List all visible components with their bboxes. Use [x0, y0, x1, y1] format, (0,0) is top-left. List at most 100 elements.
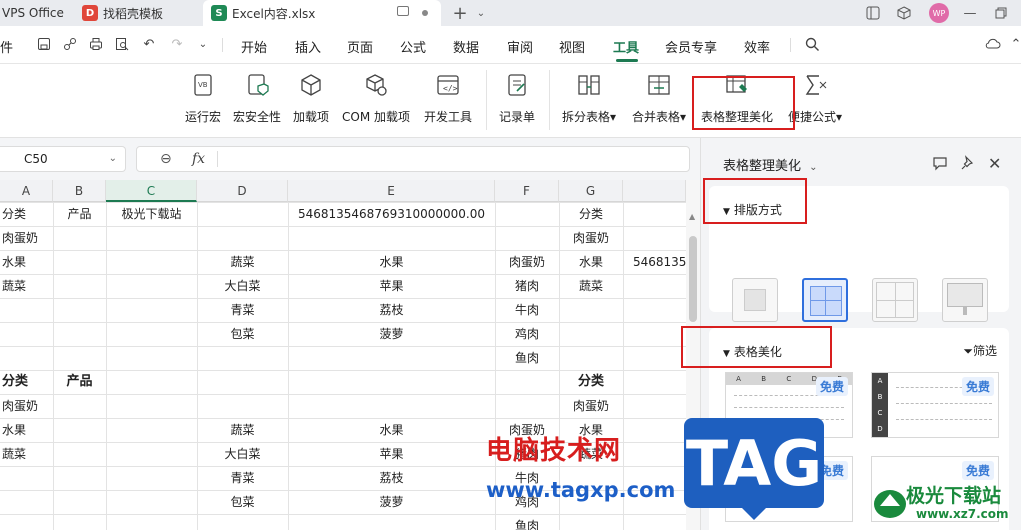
- menu-view[interactable]: 视图: [559, 37, 585, 56]
- cell-b-4[interactable]: [53, 274, 106, 298]
- cell-a-13[interactable]: [0, 490, 53, 514]
- column-header-e[interactable]: E: [288, 180, 495, 202]
- cell-a-8[interactable]: 分类: [0, 370, 53, 394]
- menu-file[interactable]: 件: [0, 37, 13, 56]
- cell-g-2[interactable]: 肉蛋奶: [559, 226, 623, 250]
- menu-tools[interactable]: 工具: [613, 37, 639, 56]
- split-table-button[interactable]: 拆分表格▾: [562, 72, 616, 125]
- cell-e-3[interactable]: 水果: [288, 250, 495, 274]
- menu-home[interactable]: 开始: [241, 37, 267, 56]
- cell-d-13[interactable]: 包菜: [197, 490, 288, 514]
- cell-a-3[interactable]: 水果: [0, 250, 53, 274]
- cell-e-9[interactable]: [288, 394, 495, 418]
- cell-f-1[interactable]: [495, 202, 559, 226]
- column-header-c[interactable]: C: [106, 180, 197, 202]
- screen-icon[interactable]: [397, 6, 409, 16]
- column-header-extra[interactable]: [623, 180, 686, 202]
- cell-g-6[interactable]: [623, 322, 686, 346]
- cell-b-7[interactable]: [53, 346, 106, 370]
- cell-g-10[interactable]: [623, 418, 686, 442]
- minimize-icon[interactable]: —: [961, 4, 979, 22]
- menu-membership[interactable]: 会员专享: [665, 37, 717, 56]
- cell-e-1[interactable]: 5468135468769310000000.00: [288, 202, 495, 226]
- zoom-search-icon[interactable]: ⊖: [160, 151, 172, 167]
- tab-docer-templates[interactable]: D 找稻壳模板: [76, 0, 198, 26]
- record-sheet-button[interactable]: 记录单: [499, 72, 535, 125]
- menu-insert[interactable]: 插入: [295, 37, 321, 56]
- cell-b-12[interactable]: [53, 466, 106, 490]
- cell-a-2[interactable]: 肉蛋奶: [0, 226, 53, 250]
- cell-b-5[interactable]: [53, 298, 106, 322]
- menu-data[interactable]: 数据: [453, 37, 479, 56]
- cell-g-6[interactable]: [559, 322, 623, 346]
- cell-g-7[interactable]: [559, 346, 623, 370]
- cell-d-2[interactable]: [197, 226, 288, 250]
- unsaved-dot-icon[interactable]: [422, 10, 428, 16]
- print-preview-icon[interactable]: [114, 36, 130, 52]
- merge-table-button[interactable]: 合并表格▾: [632, 72, 686, 125]
- cell-g-8[interactable]: 分类: [559, 370, 623, 394]
- cell-c-10[interactable]: [106, 418, 197, 442]
- restore-icon[interactable]: [992, 4, 1010, 22]
- avatar[interactable]: WP: [929, 3, 949, 23]
- cell-g-4[interactable]: 蔬菜: [559, 274, 623, 298]
- name-box[interactable]: C50 ⌄: [0, 146, 126, 172]
- cell-e-4[interactable]: 苹果: [288, 274, 495, 298]
- cell-a-1[interactable]: 分类: [0, 202, 53, 226]
- menu-page[interactable]: 页面: [347, 37, 373, 56]
- cell-g-14[interactable]: [623, 514, 686, 530]
- cell-d-9[interactable]: [197, 394, 288, 418]
- com-add-ins-button[interactable]: COM 加载项: [342, 72, 410, 125]
- layout-panel-icon[interactable]: [864, 4, 882, 22]
- cell-c-8[interactable]: [106, 370, 197, 394]
- cell-d-7[interactable]: [197, 346, 288, 370]
- cell-f-3[interactable]: 肉蛋奶: [495, 250, 559, 274]
- column-header-f[interactable]: F: [495, 180, 559, 202]
- column-header-b[interactable]: B: [53, 180, 106, 202]
- cell-e-12[interactable]: 荔枝: [288, 466, 495, 490]
- tab-wps-office[interactable]: VPS Office: [2, 0, 70, 26]
- cell-c-6[interactable]: [106, 322, 197, 346]
- cell-a-4[interactable]: 蔬菜: [0, 274, 53, 298]
- cell-g-5[interactable]: [559, 298, 623, 322]
- cell-f-14[interactable]: 鱼肉: [495, 514, 559, 530]
- cell-d-12[interactable]: 青菜: [197, 466, 288, 490]
- cell-g-8[interactable]: [623, 370, 686, 394]
- save-icon[interactable]: [36, 36, 52, 52]
- cell-e-10[interactable]: 水果: [288, 418, 495, 442]
- cell-a-5[interactable]: [0, 298, 53, 322]
- cell-a-11[interactable]: 蔬菜: [0, 442, 53, 466]
- cell-f-2[interactable]: [495, 226, 559, 250]
- cell-g-9[interactable]: 肉蛋奶: [559, 394, 623, 418]
- cell-c-11[interactable]: [106, 442, 197, 466]
- cell-f-8[interactable]: [495, 370, 559, 394]
- cloud-chat-icon[interactable]: [985, 36, 1001, 52]
- cell-d-11[interactable]: 大白菜: [197, 442, 288, 466]
- chevron-down-icon[interactable]: ⌄: [472, 4, 490, 22]
- cell-c-5[interactable]: [106, 298, 197, 322]
- expand-icon[interactable]: ⌃: [1008, 36, 1021, 52]
- cell-a-6[interactable]: [0, 322, 53, 346]
- cell-e-14[interactable]: [288, 514, 495, 530]
- cell-g-1[interactable]: [623, 202, 686, 226]
- filter-button[interactable]: ⏷筛选: [963, 342, 997, 359]
- cell-e-13[interactable]: 菠萝: [288, 490, 495, 514]
- cell-g-1[interactable]: 分类: [559, 202, 623, 226]
- formula-input[interactable]: ⊖ fx: [136, 146, 690, 172]
- column-header-d[interactable]: D: [197, 180, 288, 202]
- scroll-up-icon[interactable]: ▲: [689, 212, 695, 221]
- cell-d-14[interactable]: [197, 514, 288, 530]
- run-macro-button[interactable]: VB 运行宏: [185, 72, 221, 125]
- pin-icon[interactable]: [960, 155, 976, 171]
- cell-f-5[interactable]: 牛肉: [495, 298, 559, 322]
- share-icon[interactable]: [62, 36, 78, 52]
- cell-b-6[interactable]: [53, 322, 106, 346]
- cell-b-9[interactable]: [53, 394, 106, 418]
- cell-d-8[interactable]: [197, 370, 288, 394]
- quick-formula-button[interactable]: 便捷公式▾: [788, 72, 842, 125]
- column-header-a[interactable]: A: [0, 180, 53, 202]
- cell-b-3[interactable]: [53, 250, 106, 274]
- style-thumbnail-dark-first-col[interactable]: ABCD 免费: [871, 372, 999, 438]
- cell-g-11[interactable]: [623, 442, 686, 466]
- cell-d-5[interactable]: 青菜: [197, 298, 288, 322]
